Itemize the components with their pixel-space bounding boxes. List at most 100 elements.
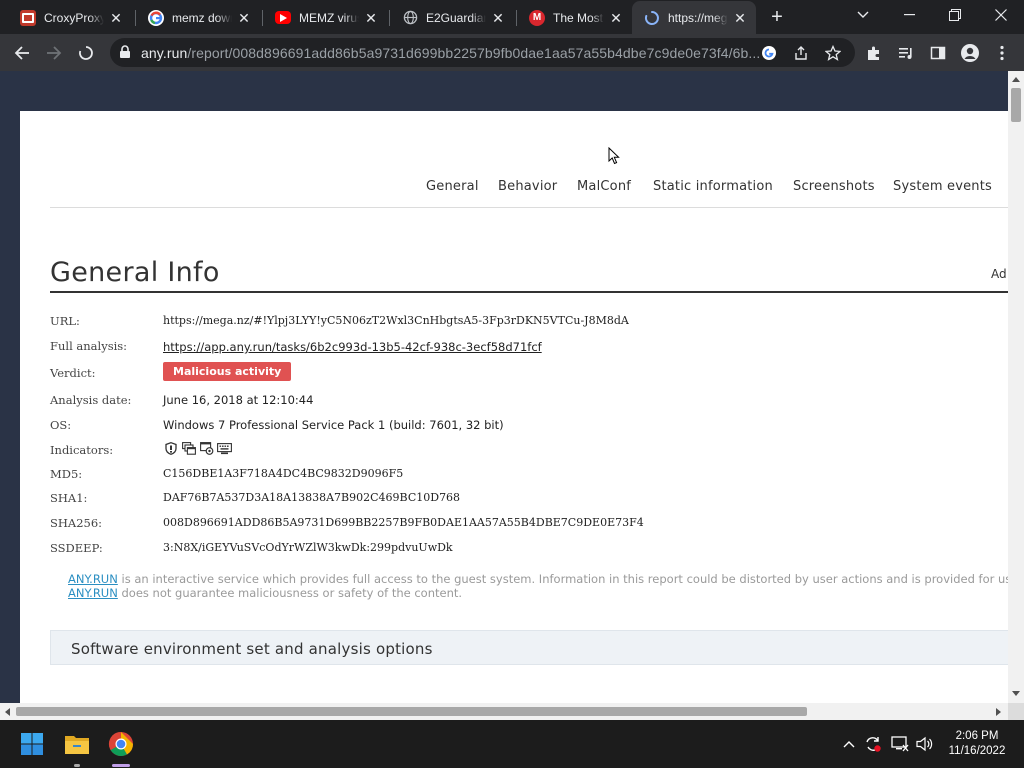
nav-system-events[interactable]: System events: [893, 179, 992, 194]
minimize-icon: [903, 14, 915, 16]
network-icon[interactable]: [890, 734, 910, 754]
loading-spinner-icon: [644, 10, 660, 26]
full-analysis-link[interactable]: https://app.any.run/tasks/6b2c993d-13b5-…: [163, 340, 542, 354]
forward-arrow-icon: [47, 46, 62, 60]
close-window-button[interactable]: [978, 0, 1024, 30]
nav-malconf[interactable]: MalConf: [577, 179, 631, 194]
media-control-button[interactable]: [892, 39, 920, 67]
screen: CroxyProxy ✕ memz download ✕ MEMZ virus …: [0, 0, 1024, 768]
scrollbar-corner: [1008, 703, 1024, 720]
taskbar-clock[interactable]: 2:06 PM 11/16/2022: [943, 729, 1011, 759]
url-host: any.run: [141, 45, 188, 61]
side-panel-button[interactable]: [924, 39, 952, 67]
tab-title: E2Guardian: [426, 10, 486, 25]
indicator-icons: [163, 441, 232, 456]
close-icon[interactable]: ✕: [363, 10, 379, 26]
close-icon[interactable]: ✕: [732, 10, 748, 26]
full-analysis-label: Full analysis:: [50, 339, 128, 353]
nav-screenshots[interactable]: Screenshots: [793, 179, 875, 194]
analysis-date-row: Analysis date: June 16, 2018 at 12:10:44: [50, 393, 1010, 413]
gear-window-icon[interactable]: [199, 441, 214, 456]
file-explorer-button[interactable]: [61, 728, 93, 760]
close-icon[interactable]: ✕: [108, 10, 124, 26]
ssdeep-row: SSDEEP: 3:N8X/iGEYVuSVcOdYrWZlW3kwDk:299…: [50, 541, 1010, 561]
disclaimer-note: ANY.RUN is an interactive service which …: [68, 572, 1010, 600]
report-page: General Behavior MalConf Static informat…: [20, 111, 1010, 720]
sha1-label: SHA1:: [50, 491, 88, 505]
active-indicator: [112, 764, 130, 767]
address-bar[interactable]: any.run/report/008d896691add86b5a9731d69…: [110, 38, 855, 67]
software-environment-section[interactable]: Software environment set and analysis op…: [50, 630, 1010, 665]
anyrun-link[interactable]: ANY.RUN: [68, 572, 118, 586]
restore-button[interactable]: [932, 0, 978, 30]
google-lens-icon[interactable]: [758, 42, 780, 64]
horizontal-scrollbar[interactable]: [0, 703, 1008, 720]
url-label: URL:: [50, 314, 80, 328]
nav-static-information[interactable]: Static information: [653, 179, 773, 194]
tab-memz-download[interactable]: memz download ✕: [136, 2, 260, 33]
stop-loading-button[interactable]: [72, 39, 100, 67]
tab-title: The Most T: [553, 10, 604, 25]
scroll-left-arrow-icon[interactable]: [5, 708, 10, 716]
tab-croxyproxy[interactable]: CroxyProxy ✕: [8, 2, 132, 33]
scroll-right-arrow-icon[interactable]: [996, 708, 1001, 716]
address-url[interactable]: any.run/report/008d896691add86b5a9731d69…: [141, 45, 761, 61]
tab-strip: CroxyProxy ✕ memz download ✕ MEMZ virus …: [0, 0, 1024, 34]
mega-icon: M: [529, 9, 545, 26]
restore-icon: [949, 9, 961, 21]
extensions-button[interactable]: [860, 39, 888, 67]
tab-search-button[interactable]: [840, 0, 886, 30]
vertical-scroll-thumb[interactable]: [1011, 88, 1021, 122]
disclaimer-line-1: ANY.RUN is an interactive service which …: [68, 572, 1010, 586]
google-g-icon: [148, 9, 164, 26]
tab-memz-virus[interactable]: MEMZ virus ✕: [263, 2, 387, 33]
puzzle-icon: [868, 46, 879, 60]
avatar-icon: [961, 44, 979, 62]
start-button[interactable]: [16, 728, 48, 760]
nav-general[interactable]: General: [426, 179, 479, 194]
close-icon[interactable]: ✕: [608, 10, 624, 26]
vertical-scrollbar[interactable]: [1008, 71, 1024, 703]
scroll-down-arrow-icon[interactable]: [1012, 691, 1020, 696]
taskbar: 2:06 PM 11/16/2022: [0, 720, 1024, 768]
nav-behavior[interactable]: Behavior: [498, 179, 557, 194]
tab-title: CroxyProxy: [44, 10, 104, 25]
bookmark-star-icon[interactable]: [822, 42, 844, 64]
windows-stack-icon[interactable]: [181, 441, 196, 456]
minimize-button[interactable]: [886, 0, 932, 30]
anyrun-link[interactable]: ANY.RUN: [68, 586, 118, 600]
horizontal-scroll-thumb[interactable]: [16, 707, 807, 716]
close-icon: [995, 9, 1007, 21]
sha256-value: 008D896691ADD86B5A9731D699BB2257B9FB0DAE…: [163, 516, 644, 529]
url-path: /report/008d896691add86b5a9731d699bb2257…: [187, 45, 761, 61]
volume-icon[interactable]: [915, 734, 935, 754]
tab-title: https://mega: [668, 10, 728, 25]
profile-button[interactable]: [956, 39, 984, 67]
scroll-up-arrow-icon[interactable]: [1012, 77, 1020, 82]
cut-off-link[interactable]: Ad: [991, 267, 1007, 281]
tab-title: MEMZ virus: [299, 10, 359, 25]
show-hidden-icons-button[interactable]: [839, 734, 859, 754]
back-button[interactable]: [8, 39, 36, 67]
menu-button[interactable]: [988, 39, 1016, 67]
chrome-taskbar-button[interactable]: [105, 728, 137, 760]
forward-button[interactable]: [40, 39, 68, 67]
close-icon[interactable]: ✕: [490, 10, 506, 26]
windows-logo-icon: [21, 733, 43, 755]
share-icon[interactable]: [790, 42, 812, 64]
tab-mega-active[interactable]: https://mega ✕: [632, 1, 756, 34]
new-tab-button[interactable]: +: [766, 6, 788, 28]
close-icon[interactable]: ✕: [236, 10, 252, 26]
verdict-badge: Malicious activity: [163, 362, 292, 381]
section-title: Software environment set and analysis op…: [71, 640, 433, 658]
sync-status-icon[interactable]: [863, 734, 883, 754]
tab-e2guardian[interactable]: E2Guardian ✕: [390, 2, 514, 33]
keyboard-icon[interactable]: [217, 441, 232, 456]
running-indicator: [74, 764, 80, 767]
tab-the-most[interactable]: M The Most T ✕: [517, 2, 632, 33]
disclaimer-text: does not guarantee maliciousness or safe…: [117, 586, 463, 600]
chevron-up-icon: [843, 741, 855, 748]
md5-value: C156DBE1A3F718A4DC4BC9832D9096F5: [163, 467, 404, 480]
shield-icon[interactable]: [163, 441, 178, 456]
chrome-icon: [108, 732, 133, 757]
